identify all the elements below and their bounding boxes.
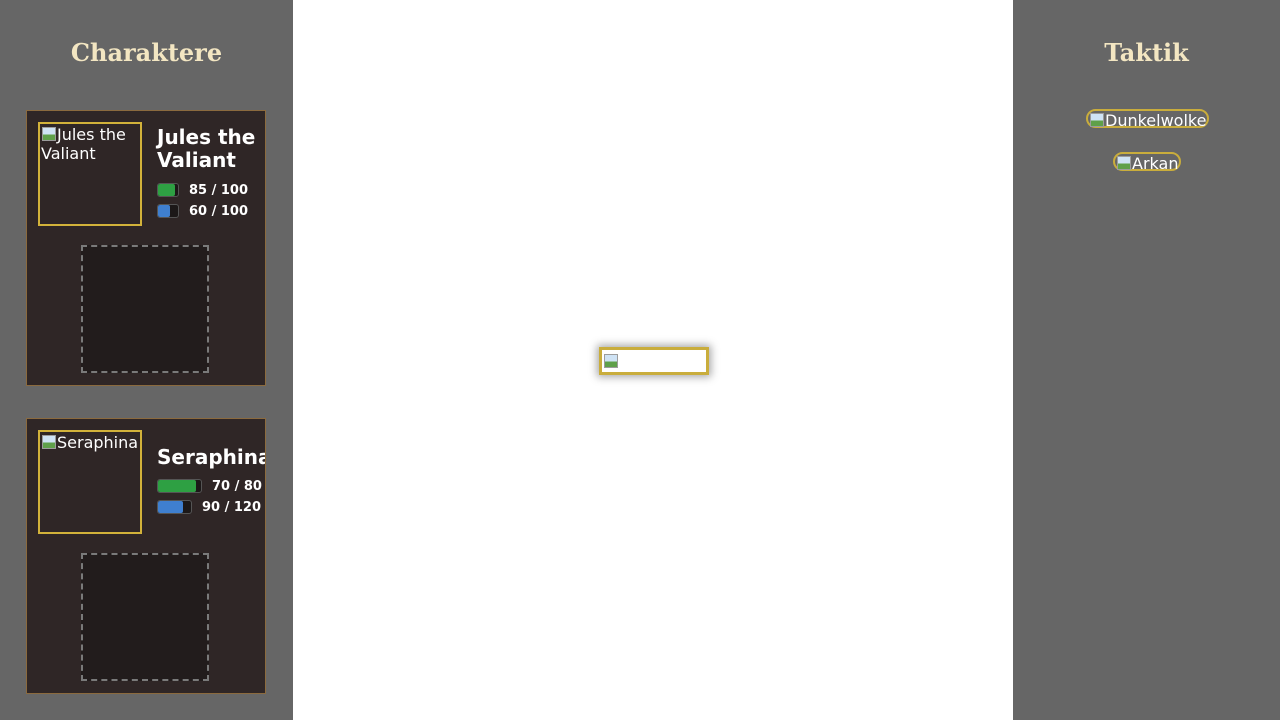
broken-image-icon [603,353,619,369]
tactic-button-dunkelwolke[interactable]: Dunkelwolke [1086,109,1210,130]
broken-image-icon [41,126,57,142]
battle-token[interactable] [599,347,709,375]
mp-row: 90 / 120 [157,499,261,515]
battle-area[interactable] [293,0,1013,720]
character-name: Jules the Valiant [157,125,256,172]
tactic-button-arkan[interactable]: Arkan [1113,152,1182,173]
mp-text: 60 / 100 [189,203,249,219]
tactics-panel: Taktik Dunkelwolke Arkan [1013,0,1280,720]
broken-image-icon [1089,112,1105,128]
hp-bar-fill [158,184,175,196]
mp-bar [157,500,192,514]
hp-row: 85 / 100 [157,182,248,198]
hp-text: 70 / 80 [212,478,262,494]
game-screen: Charaktere Jules the Valiant Jules the V… [0,0,1280,720]
character-portrait: Jules the Valiant [38,122,142,226]
hp-bar [157,479,202,493]
mp-text: 90 / 120 [202,499,262,515]
hp-bar-fill [158,480,196,492]
mp-row: 60 / 100 [157,203,248,219]
character-card[interactable]: Seraphina Seraphina 70 / 80 90 / 120 [26,418,266,694]
hp-text: 85 / 100 [189,182,249,198]
character-portrait: Seraphina [38,430,142,534]
tactics-panel-title: Taktik [1104,38,1189,67]
hp-bar [157,183,179,197]
broken-image-icon [41,434,57,450]
character-name: Seraphina [157,445,266,469]
tactic-label: Arkan [1132,154,1179,173]
hp-row: 70 / 80 [157,478,262,494]
equipment-drop-slot[interactable] [81,245,209,373]
broken-image-icon [1116,155,1132,171]
tactic-label: Dunkelwolke [1105,111,1207,130]
mp-bar-fill [158,501,183,513]
characters-panel-title: Charaktere [70,38,223,67]
portrait-alt-text: Seraphina [57,433,139,452]
equipment-drop-slot[interactable] [81,553,209,681]
character-card[interactable]: Jules the Valiant Jules the Valiant 85 /… [26,110,266,386]
mp-bar-fill [158,205,170,217]
characters-panel: Charaktere Jules the Valiant Jules the V… [0,0,293,720]
mp-bar [157,204,179,218]
